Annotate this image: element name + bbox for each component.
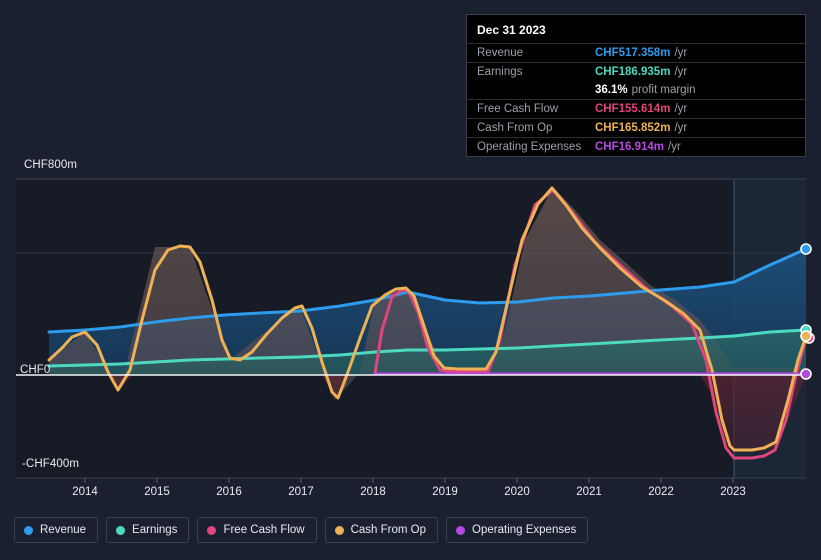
tooltip-row-revenue: Revenue CHF517.358m /yr (467, 43, 805, 62)
tooltip-label-profit-margin: profit margin (631, 84, 696, 96)
tooltip-unit-revenue: /yr (674, 47, 688, 59)
tooltip-row-free-cash-flow: Free Cash Flow CHF155.614m /yr (467, 99, 805, 118)
tooltip-label-revenue: Revenue (477, 47, 524, 59)
legend-label-operating-expenses: Operating Expenses (472, 524, 577, 536)
tooltip-label-cash-from-op: Cash From Op (477, 122, 553, 134)
y-axis-label-bottom: -CHF400m (22, 458, 80, 470)
legend-item-cash-from-op[interactable]: Cash From Op (324, 517, 439, 543)
legend-item-revenue[interactable]: Revenue (14, 517, 99, 543)
tooltip-value-profit-margin: 36.1% (595, 84, 628, 96)
y-axis-label-top: CHF800m (24, 159, 78, 171)
x-axis-tick-2014: 2014 (72, 486, 98, 498)
tooltip-unit-free-cash-flow: /yr (674, 103, 688, 115)
legend-item-earnings[interactable]: Earnings (106, 517, 190, 543)
x-axis-tick-2016: 2016 (216, 486, 242, 498)
tooltip-unit-cash-from-op: /yr (674, 122, 688, 134)
legend-dot-earnings-icon (116, 525, 126, 535)
legend-dot-revenue-icon (24, 525, 33, 535)
endpoint-marker-cash-from-op[interactable] (800, 330, 812, 342)
x-axis-tick-2022: 2022 (648, 486, 674, 498)
tooltip-row-cash-from-op: Cash From Op CHF165.852m /yr (467, 118, 805, 137)
x-axis-tick-2015: 2015 (144, 486, 170, 498)
legend-dot-free-cash-flow-icon (207, 525, 217, 535)
financial-chart-widget: CHF800m CHF0 -CHF400m 2014 2015 2016 201… (0, 0, 821, 560)
endpoint-marker-operating-expenses[interactable] (800, 368, 812, 380)
tooltip-label-operating-expenses: Operating Expenses (477, 141, 582, 153)
tooltip-value-revenue: CHF517.358m (595, 47, 671, 59)
x-axis-tick-2020: 2020 (504, 486, 530, 498)
legend-item-operating-expenses[interactable]: Operating Expenses (446, 517, 589, 543)
tooltip-value-operating-expenses: CHF16.914m (595, 141, 665, 153)
tooltip-label-earnings: Earnings (477, 66, 523, 78)
x-axis-tick-2021: 2021 (576, 486, 602, 498)
legend-label-cash-from-op: Cash From Op (350, 524, 427, 536)
legend-dot-operating-expenses-icon (456, 525, 466, 535)
tooltip-value-earnings: CHF186.935m (595, 66, 671, 78)
tooltip-row-operating-expenses: Operating Expenses CHF16.914m /yr (467, 137, 805, 156)
y-axis-label-zero: CHF0 (20, 364, 51, 376)
legend-label-free-cash-flow: Free Cash Flow (223, 524, 305, 536)
x-axis-tick-2017: 2017 (288, 486, 314, 498)
tooltip-label-free-cash-flow: Free Cash Flow (477, 103, 559, 115)
tooltip-row-profit-margin: 36.1% profit margin (467, 81, 805, 99)
chart-legend: Revenue Earnings Free Cash Flow Cash Fro… (14, 517, 589, 543)
tooltip-row-earnings: Earnings CHF186.935m /yr (467, 62, 805, 81)
tooltip-unit-earnings: /yr (674, 66, 688, 78)
tooltip-date: Dec 31 2023 (477, 23, 546, 37)
legend-label-earnings: Earnings (132, 524, 178, 536)
data-tooltip: Dec 31 2023 Revenue CHF517.358m /yr Earn… (466, 14, 806, 157)
endpoint-marker-revenue[interactable] (800, 243, 812, 255)
legend-dot-cash-from-op-icon (334, 525, 344, 535)
tooltip-value-cash-from-op: CHF165.852m (595, 122, 671, 134)
x-axis-tick-2019: 2019 (432, 486, 458, 498)
x-axis-tick-2018: 2018 (360, 486, 386, 498)
x-axis-ticks (84, 478, 734, 483)
legend-label-revenue: Revenue (40, 524, 87, 536)
legend-item-free-cash-flow[interactable]: Free Cash Flow (197, 517, 317, 543)
x-axis-tick-2023: 2023 (720, 486, 746, 498)
tooltip-unit-operating-expenses: /yr (668, 141, 681, 153)
tooltip-value-free-cash-flow: CHF155.614m (595, 103, 671, 115)
